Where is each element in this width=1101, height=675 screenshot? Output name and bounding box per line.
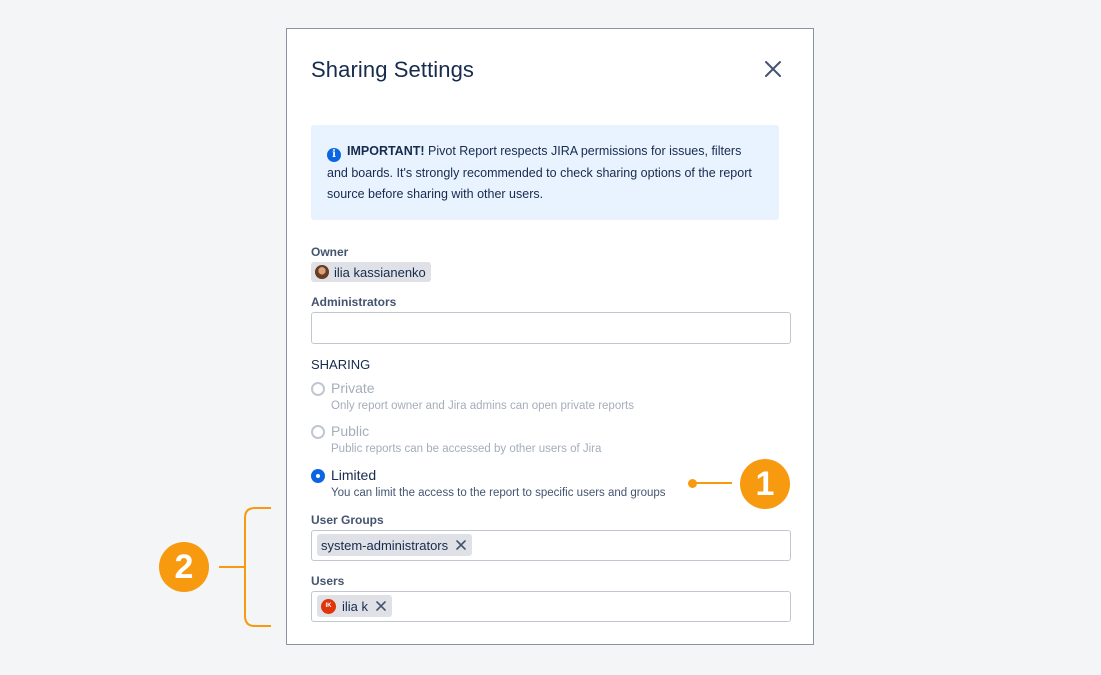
radio-label-public: Public [331,423,370,439]
owner-name: ilia kassianenko [334,264,426,280]
owner-avatar [315,265,329,279]
sharing-settings-dialog: Sharing Settings i IMPORTANT! Pivot Repor… [286,28,814,645]
radio-label-limited: Limited [331,467,377,483]
close-button[interactable] [761,57,785,81]
info-icon: i [327,148,341,162]
close-icon [765,61,781,77]
remove-tag-icon[interactable] [454,538,468,552]
user-avatar: IK [321,598,336,614]
user-groups-label: User Groups [311,513,384,527]
user-tag: IK ilia k [317,595,393,617]
radio-button-limited[interactable] [311,469,325,483]
user-group-tag: system-administrators [317,534,473,556]
users-input[interactable]: IK ilia k [311,591,791,622]
user-group-tag-label: system-administrators [321,537,449,553]
dialog-title: Sharing Settings [311,57,475,82]
radio-description-limited: You can limit the access to the report t… [331,487,666,499]
callout-badge-1: 1 [740,459,790,509]
user-tag-label: ilia k [342,598,369,614]
sharing-section-title: SHARING [311,357,371,372]
radio-button-public[interactable] [311,425,325,439]
administrators-label: Administrators [311,295,397,309]
users-label: Users [311,574,345,588]
radio-button-private[interactable] [311,382,325,396]
owner-label: Owner [311,245,349,259]
remove-tag-icon[interactable] [374,599,388,613]
radio-description-public: Public reports can be accessed by other … [331,443,602,455]
administrators-input[interactable] [311,312,791,344]
important-info-banner: i IMPORTANT! Pivot Report respects JIRA p… [311,125,779,220]
callout-2-bracket [219,507,271,627]
info-strong-text: IMPORTANT! [347,144,425,158]
radio-description-private: Only report owner and Jira admins can op… [331,400,634,412]
owner-chip: ilia kassianenko [311,262,431,282]
callout-1-connector [692,482,732,484]
user-groups-input[interactable]: system-administrators [311,530,791,561]
radio-label-private: Private [331,380,375,396]
callout-badge-2: 2 [159,542,209,592]
